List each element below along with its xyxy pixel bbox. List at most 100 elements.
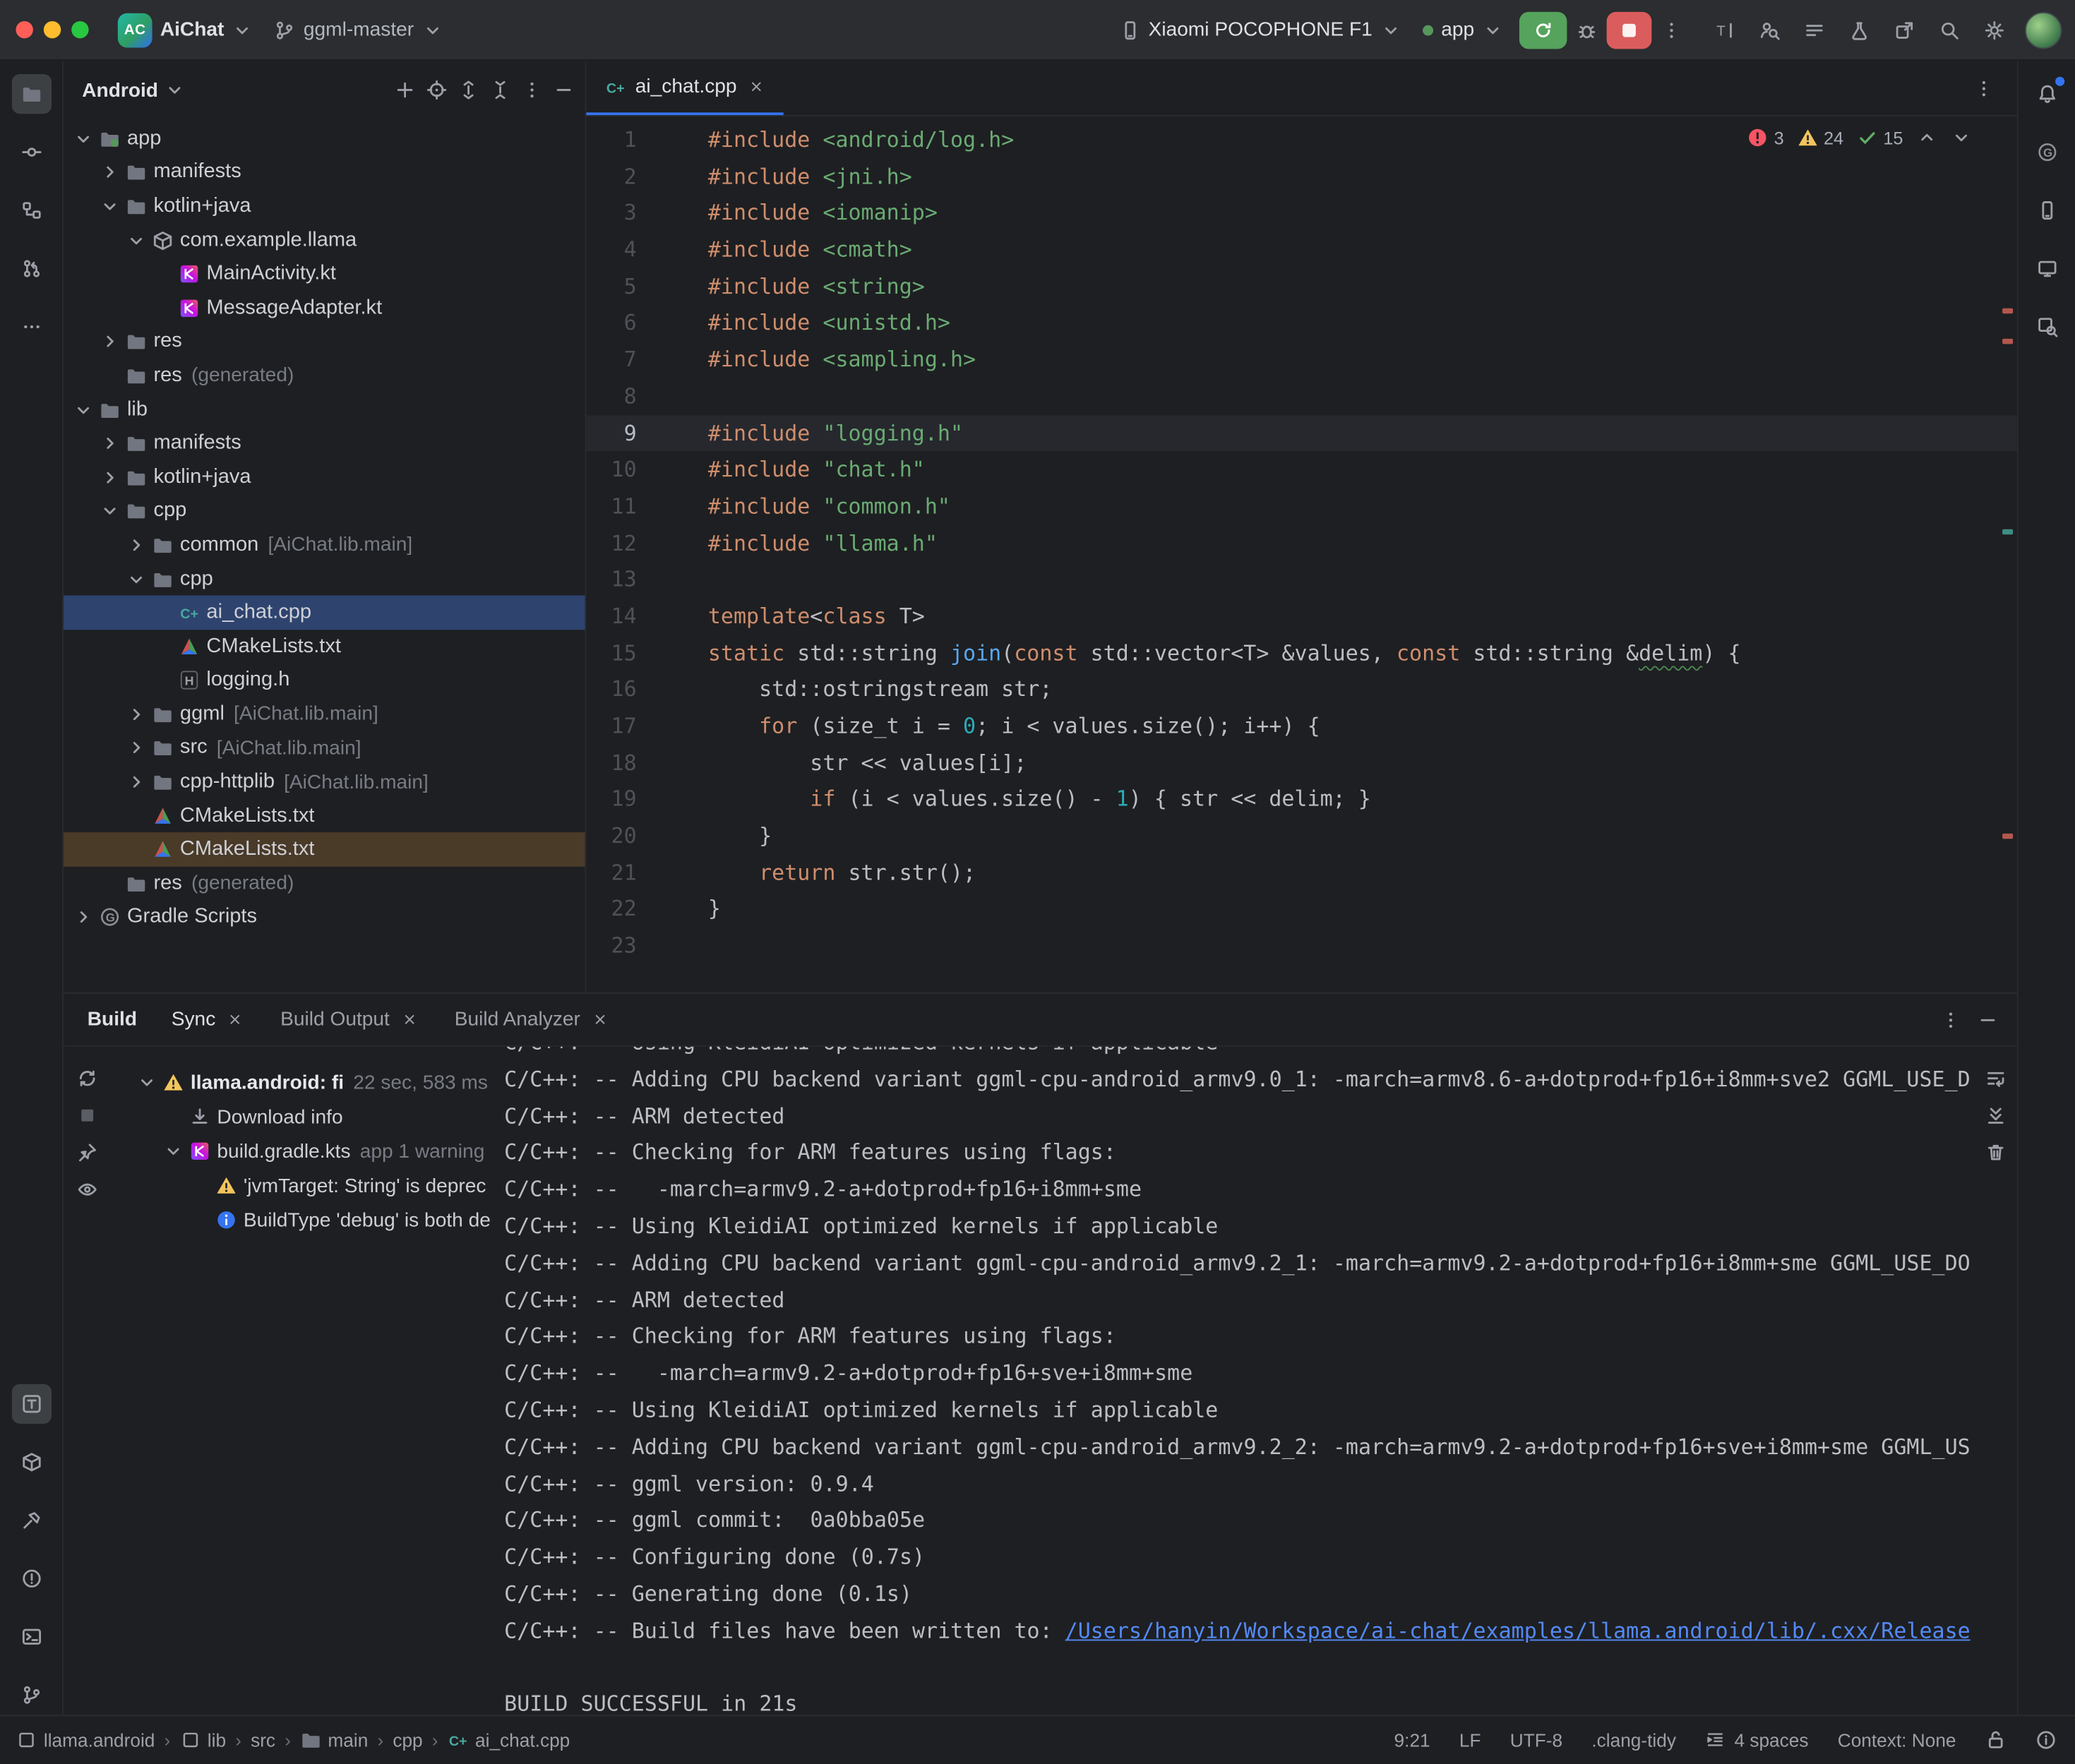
info-circle-icon[interactable] <box>2035 1729 2057 1751</box>
error-count[interactable]: 3 <box>1747 127 1784 148</box>
chevron-right-icon[interactable] <box>124 738 148 759</box>
code-area[interactable]: 1#include <android/log.h>2#include <jni.… <box>586 116 2016 992</box>
problems-tool-button[interactable] <box>11 1559 51 1598</box>
tree-item-ggml[interactable]: ggml[AiChat.lib.main] <box>64 697 585 731</box>
code-line-19[interactable]: 19 if (i < values.size() - 1) { str << d… <box>586 781 2016 818</box>
clear-console-icon[interactable] <box>1985 1142 2007 1163</box>
build-tool-button[interactable] <box>11 1501 51 1540</box>
more-run-actions-icon[interactable] <box>1657 16 1686 44</box>
code-line-13[interactable]: 13 <box>586 561 2016 598</box>
structure-tool-button[interactable] <box>11 191 51 230</box>
status-widget-lf[interactable]: LF <box>1459 1729 1481 1751</box>
status-widget-utf-8[interactable]: UTF-8 <box>1510 1729 1562 1751</box>
breadcrumb-lib[interactable]: lib <box>179 1729 226 1751</box>
code-line-7[interactable]: 7#include <sampling.h> <box>586 342 2016 378</box>
pin-icon[interactable] <box>77 1142 98 1163</box>
code-line-14[interactable]: 14template<class T> <box>586 598 2016 635</box>
build-node-llama-android-fi[interactable]: llama.android: fi22 sec, 583 ms <box>127 1065 504 1100</box>
device-selector[interactable]: Xiaomi POCOPHONE F1 <box>1108 13 1412 47</box>
branch-selector[interactable]: ggml-master <box>264 13 454 47</box>
tree-item-app[interactable]: app <box>64 121 585 155</box>
zoom-window-button[interactable] <box>71 21 88 38</box>
ai-assistant-icon[interactable]: T <box>1710 16 1739 44</box>
minimize-window-button[interactable] <box>44 21 61 38</box>
build-tab-build-output[interactable]: Build Output <box>280 1008 420 1031</box>
code-line-16[interactable]: 16 std::ostringstream str; <box>586 671 2016 708</box>
tree-item-res[interactable]: res(generated) <box>64 867 585 901</box>
breadcrumb-src[interactable]: src <box>251 1729 275 1751</box>
breadcrumb-main[interactable]: main <box>300 1729 368 1751</box>
next-problem-icon[interactable] <box>1951 127 1972 148</box>
debug-button[interactable] <box>1572 16 1601 44</box>
notifications-button[interactable] <box>2027 74 2067 114</box>
locate-file-icon[interactable] <box>426 79 448 100</box>
task-list-icon[interactable] <box>1800 16 1829 44</box>
code-line-23[interactable]: 23 <box>586 928 2016 964</box>
tree-item-mainactivity-kt[interactable]: MainActivity.kt <box>64 257 585 291</box>
tree-item-gradle-scripts[interactable]: GGradle Scripts <box>64 901 585 935</box>
chevron-down-icon[interactable] <box>71 128 95 149</box>
passed-count[interactable]: 15 <box>1857 127 1903 148</box>
project-tool-button[interactable] <box>11 74 51 114</box>
tree-item-src[interactable]: src[AiChat.lib.main] <box>64 731 585 765</box>
code-line-8[interactable]: 8 <box>586 378 2016 415</box>
tree-item-cmakelists-txt[interactable]: CMakeLists.txt <box>64 630 585 664</box>
tree-item-cpp-httplib[interactable]: cpp-httplib[AiChat.lib.main] <box>64 765 585 799</box>
tree-item-res[interactable]: res(generated) <box>64 359 585 392</box>
breadcrumb-llama-android[interactable]: llama.android <box>16 1729 155 1751</box>
close-tab-icon[interactable] <box>225 1009 246 1030</box>
code-line-21[interactable]: 21 return str.str(); <box>586 854 2016 891</box>
vcs-tool-button[interactable] <box>11 1675 51 1715</box>
rerun-button[interactable] <box>1519 11 1567 48</box>
project-selector[interactable]: AC AiChat <box>107 7 264 52</box>
close-window-button[interactable] <box>16 21 32 38</box>
scroll-to-end-icon[interactable] <box>1985 1105 2007 1126</box>
code-line-17[interactable]: 17 for (size_t i = 0; i < values.size();… <box>586 708 2016 745</box>
info-stripe-mark[interactable] <box>2002 529 2013 534</box>
tree-item-com-example-llama[interactable]: com.example.llama <box>64 223 585 257</box>
commit-tool-button[interactable] <box>11 132 51 172</box>
chevron-down-icon[interactable] <box>124 568 148 589</box>
chevron-right-icon[interactable] <box>124 534 148 556</box>
running-devices-button[interactable] <box>2027 248 2067 288</box>
sync-icon[interactable] <box>77 1068 98 1089</box>
device-manager-button[interactable] <box>2027 191 2067 230</box>
chevron-down-icon[interactable] <box>135 1072 159 1093</box>
user-avatar[interactable] <box>2025 11 2062 48</box>
experiments-icon[interactable] <box>1845 16 1874 44</box>
error-stripe-mark[interactable] <box>2002 339 2013 344</box>
code-line-2[interactable]: 2#include <jni.h> <box>586 158 2016 195</box>
tree-item-lib[interactable]: lib <box>64 392 585 426</box>
error-stripe-mark[interactable] <box>2002 308 2013 313</box>
code-line-20[interactable]: 20 } <box>586 818 2016 855</box>
code-line-22[interactable]: 22} <box>586 891 2016 928</box>
chevron-right-icon[interactable] <box>124 704 148 725</box>
chevron-down-icon[interactable] <box>124 229 148 251</box>
code-line-5[interactable]: 5#include <string> <box>586 268 2016 305</box>
share-icon[interactable] <box>1890 16 1919 44</box>
tree-item-kotlin-java[interactable]: kotlin+java <box>64 189 585 223</box>
close-tab-icon[interactable] <box>399 1009 420 1030</box>
build-node-build-gradle-kts[interactable]: build.gradle.ktsapp 1 warning <box>127 1134 504 1168</box>
soft-wrap-icon[interactable] <box>1985 1068 2007 1089</box>
tree-item-res[interactable]: res <box>64 325 585 359</box>
app-inspection-button[interactable] <box>2027 307 2067 347</box>
build-node-jvmtarget-string-is-deprec[interactable]: 'jvmTarget: String' is deprec <box>127 1168 504 1203</box>
stop-button[interactable] <box>1607 11 1652 48</box>
status-widget-clang-tidy[interactable]: .clang-tidy <box>1591 1729 1676 1751</box>
file-path-link[interactable]: /Users/hanyin/Workspace/ai-chat/examples… <box>1065 1618 1971 1643</box>
code-line-18[interactable]: 18 str << values[i]; <box>586 745 2016 781</box>
breadcrumb-cpp[interactable]: cpp <box>393 1729 422 1751</box>
build-options-icon[interactable] <box>1940 1009 1961 1030</box>
tree-item-cmakelists-txt[interactable]: CMakeLists.txt <box>64 799 585 833</box>
code-review-icon[interactable] <box>1755 16 1784 44</box>
tree-item-cmakelists-txt[interactable]: CMakeLists.txt <box>64 833 585 867</box>
breadcrumb-ai-chat-cpp[interactable]: C+ai_chat.cpp <box>448 1729 570 1751</box>
warning-count[interactable]: 24 <box>1797 127 1843 148</box>
build-node-download-info[interactable]: Download info <box>127 1100 504 1134</box>
status-widget-context-none[interactable]: Context: None <box>1838 1729 1956 1751</box>
gradle-tool-button[interactable]: G <box>2027 132 2067 172</box>
filter-eye-icon[interactable] <box>77 1179 98 1200</box>
hide-build-panel-icon[interactable] <box>1978 1009 1999 1030</box>
code-line-12[interactable]: 12#include "llama.h" <box>586 524 2016 561</box>
